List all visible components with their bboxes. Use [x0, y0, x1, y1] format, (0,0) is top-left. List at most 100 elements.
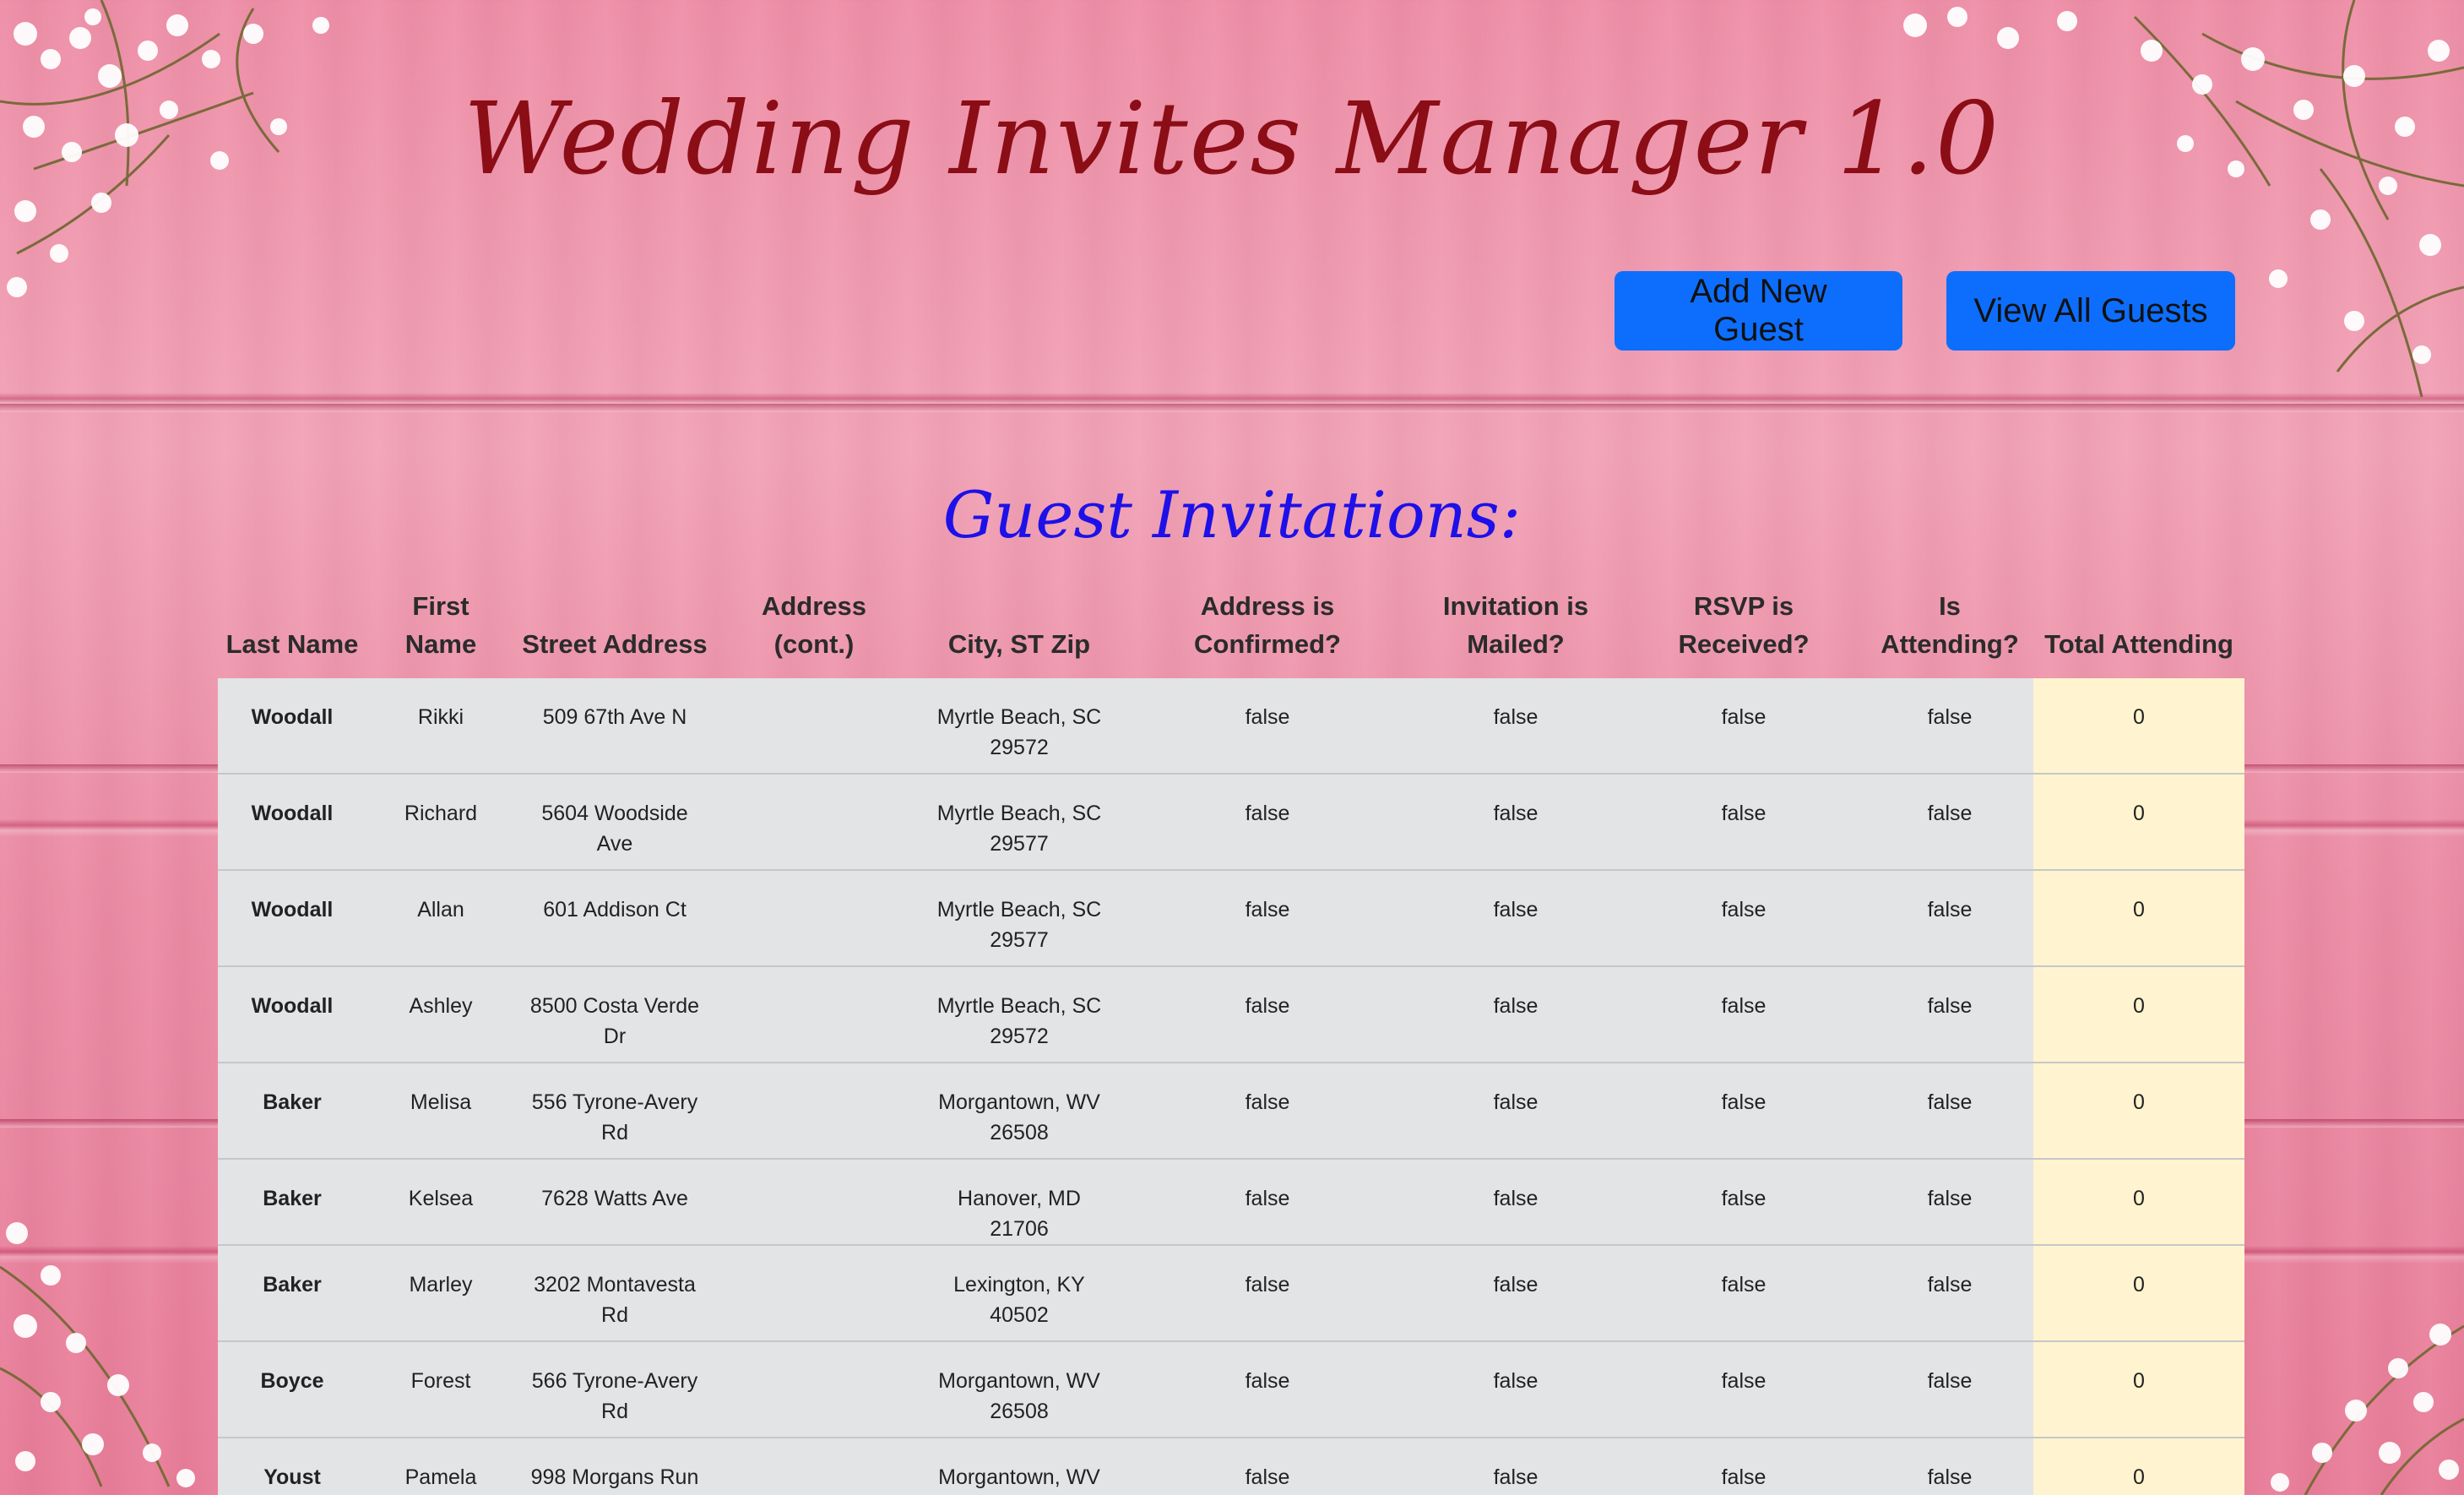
cell-is-attending: false	[1866, 870, 2033, 967]
cell-total-attending: 0	[2033, 1341, 2244, 1438]
cell-last-name: Baker	[218, 1245, 366, 1342]
cell-first-name: Forest	[366, 1341, 515, 1438]
cell-invitation-mailed: false	[1410, 1063, 1621, 1160]
cell-is-attending: false	[1866, 774, 2033, 871]
flower-cluster-icon	[0, 1222, 195, 1487]
cell-city-st-zip: Myrtle Beach, SC 29572	[914, 966, 1125, 1063]
plank-seam	[0, 404, 2464, 412]
cell-address-confirmed: false	[1125, 870, 1410, 967]
cell-city-st-zip: Morgantown, WV 26508	[914, 1341, 1125, 1438]
column-header-street-address: Street Address	[522, 629, 708, 659]
table-row[interactable]: Baker Melisa 556 Tyrone-Avery Rd Morgant…	[218, 1063, 2244, 1160]
cell-street-address: 8500 Costa Verde Dr	[515, 966, 714, 1063]
cell-last-name: Woodall	[218, 774, 366, 871]
cell-address-cont	[714, 1063, 914, 1160]
add-new-guest-button[interactable]: Add New Guest	[1615, 271, 1902, 351]
column-header-rsvp-received: RSVP is Received?	[1678, 591, 1810, 659]
cell-total-attending: 0	[2033, 1245, 2244, 1342]
cell-total-attending: 0	[2033, 966, 2244, 1063]
cell-is-attending: false	[1866, 1159, 2033, 1246]
cell-city-st-zip: Myrtle Beach, SC 29577	[914, 870, 1125, 967]
column-header-total-attending: Total Attending	[2044, 629, 2233, 659]
table-row[interactable]: Baker Marley 3202 Montavesta Rd Lexingto…	[218, 1245, 2244, 1342]
cell-invitation-mailed: false	[1410, 870, 1621, 967]
cell-address-confirmed: false	[1125, 966, 1410, 1063]
guest-table: Last Name First Name Street Address Addr…	[218, 587, 2244, 1495]
cell-address-confirmed: false	[1125, 678, 1410, 775]
cell-invitation-mailed: false	[1410, 1438, 1621, 1495]
cell-city-st-zip: Morgantown, WV 26508	[914, 1063, 1125, 1160]
cell-total-attending: 0	[2033, 678, 2244, 775]
cell-city-st-zip: Myrtle Beach, SC 29577	[914, 774, 1125, 871]
cell-last-name: Boyce	[218, 1341, 366, 1438]
cell-total-attending: 0	[2033, 1063, 2244, 1160]
cell-city-st-zip: Hanover, MD 21706	[914, 1159, 1125, 1246]
cell-invitation-mailed: false	[1410, 966, 1621, 1063]
cell-is-attending: false	[1866, 966, 2033, 1063]
cell-first-name: Richard	[366, 774, 515, 871]
cell-city-st-zip: Myrtle Beach, SC 29572	[914, 678, 1125, 775]
cell-first-name: Rikki	[366, 678, 515, 775]
table-row[interactable]: Woodall Allan 601 Addison Ct Myrtle Beac…	[218, 870, 2244, 967]
cell-street-address: 7628 Watts Ave	[515, 1159, 714, 1246]
cell-address-confirmed: false	[1125, 1341, 1410, 1438]
cell-last-name: Baker	[218, 1063, 366, 1160]
cell-rsvp-received: false	[1621, 1159, 1866, 1246]
table-row[interactable]: Woodall Richard 5604 Woodside Ave Myrtle…	[218, 774, 2244, 871]
cell-address-confirmed: false	[1125, 774, 1410, 871]
cell-address-cont	[714, 1438, 914, 1495]
cell-first-name: Pamela	[366, 1438, 515, 1495]
cell-address-confirmed: false	[1125, 1159, 1410, 1246]
cell-invitation-mailed: false	[1410, 1341, 1621, 1438]
cell-city-st-zip: Lexington, KY 40502	[914, 1245, 1125, 1342]
table-row[interactable]: Boyce Forest 566 Tyrone-Avery Rd Morgant…	[218, 1341, 2244, 1438]
cell-total-attending: 0	[2033, 1159, 2244, 1246]
cell-invitation-mailed: false	[1410, 1245, 1621, 1342]
cell-address-confirmed: false	[1125, 1438, 1410, 1495]
cell-street-address: 998 Morgans Run Rd	[515, 1438, 714, 1495]
cell-is-attending: false	[1866, 678, 2033, 775]
cell-first-name: Kelsea	[366, 1159, 515, 1246]
cell-address-cont	[714, 1341, 914, 1438]
section-heading: Guest Invitations:	[942, 477, 1522, 552]
cell-rsvp-received: false	[1621, 678, 1866, 775]
cell-rsvp-received: false	[1621, 1438, 1866, 1495]
view-all-guests-button[interactable]: View All Guests	[1946, 271, 2235, 351]
cell-address-confirmed: false	[1125, 1063, 1410, 1160]
cell-last-name: Youst	[218, 1438, 366, 1495]
cell-address-cont	[714, 966, 914, 1063]
cell-is-attending: false	[1866, 1438, 2033, 1495]
table-row[interactable]: Baker Kelsea 7628 Watts Ave Hanover, MD …	[218, 1159, 2244, 1246]
cell-total-attending: 0	[2033, 870, 2244, 967]
cell-rsvp-received: false	[1621, 1063, 1866, 1160]
cell-address-cont	[714, 1159, 914, 1246]
column-header-last-name: Last Name	[225, 629, 359, 659]
table-row[interactable]: Woodall Rikki 509 67th Ave N Myrtle Beac…	[218, 678, 2244, 775]
column-header-invitation-mailed: Invitation is Mailed?	[1442, 591, 1589, 659]
cell-invitation-mailed: false	[1410, 774, 1621, 871]
page-title: Wedding Invites Manager 1.0	[463, 80, 2001, 197]
cell-is-attending: false	[1866, 1063, 2033, 1160]
cell-first-name: Marley	[366, 1245, 515, 1342]
cell-last-name: Baker	[218, 1159, 366, 1246]
cell-street-address: 566 Tyrone-Avery Rd	[515, 1341, 714, 1438]
cell-last-name: Woodall	[218, 966, 366, 1063]
cell-last-name: Woodall	[218, 678, 366, 775]
cell-address-confirmed: false	[1125, 1245, 1410, 1342]
table-header-row: Last Name First Name Street Address Addr…	[218, 587, 2244, 678]
table-row[interactable]: Youst Pamela 998 Morgans Run Rd Morganto…	[218, 1438, 2244, 1495]
cell-address-cont	[714, 1245, 914, 1342]
cell-invitation-mailed: false	[1410, 678, 1621, 775]
cell-is-attending: false	[1866, 1245, 2033, 1342]
cell-rsvp-received: false	[1621, 1245, 1866, 1342]
cell-first-name: Melisa	[366, 1063, 515, 1160]
table-row[interactable]: Woodall Ashley 8500 Costa Verde Dr Myrtl…	[218, 966, 2244, 1063]
cell-last-name: Woodall	[218, 870, 366, 967]
column-header-address-confirmed: Address is Confirmed?	[1194, 591, 1341, 659]
column-header-is-attending: Is Attending?	[1881, 591, 2019, 659]
cell-city-st-zip: Morgantown, WV 26508	[914, 1438, 1125, 1495]
cell-rsvp-received: false	[1621, 1341, 1866, 1438]
cell-address-cont	[714, 774, 914, 871]
flower-cluster-icon	[2271, 1324, 2464, 1495]
cell-total-attending: 0	[2033, 774, 2244, 871]
